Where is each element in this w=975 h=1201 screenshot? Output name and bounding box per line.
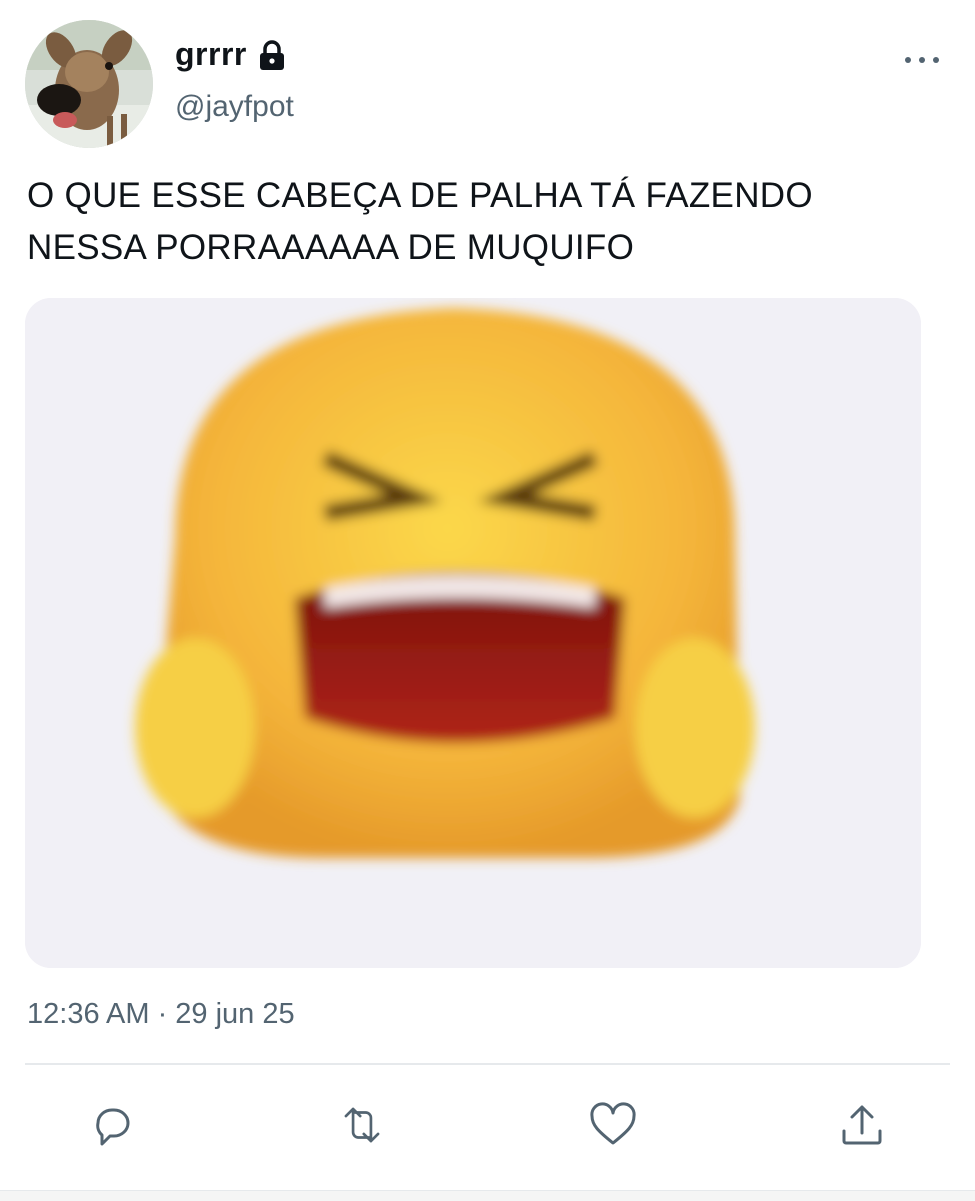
- share-button[interactable]: [837, 1100, 887, 1150]
- tweet-text-line: O QUE ESSE CABEÇA DE PALHA TÁ FAZENDO: [27, 176, 813, 215]
- reply-icon: [96, 1108, 130, 1146]
- deer-avatar-image: [25, 20, 153, 148]
- tweet-text: O QUE ESSE CABEÇA DE PALHA TÁ FAZENDO NE…: [27, 170, 957, 274]
- more-dot: [933, 57, 939, 63]
- retweet-button[interactable]: [337, 1100, 387, 1150]
- more-options-icon[interactable]: [905, 50, 939, 70]
- retweet-icon: [344, 1107, 380, 1143]
- author-name-row: grrrr: [175, 36, 287, 73]
- like-button[interactable]: [588, 1100, 638, 1150]
- tweet-text-line: NESSA PORRAAAAAA DE MUQUIFO: [27, 228, 635, 267]
- more-dot: [905, 57, 911, 63]
- bottom-separator: [0, 1190, 975, 1201]
- reply-button[interactable]: [87, 1100, 137, 1150]
- like-icon: [590, 1102, 636, 1145]
- share-icon: [842, 1105, 882, 1145]
- more-dot: [919, 57, 925, 63]
- avatar[interactable]: [25, 20, 153, 148]
- lock-icon: [257, 39, 287, 71]
- tweet-media-image[interactable]: [25, 298, 921, 968]
- user-handle[interactable]: @jayfpot: [175, 90, 294, 124]
- laughing-emoji-icon: [25, 298, 921, 968]
- tweet-timestamp[interactable]: 12:36 AM · 29 jun 25: [27, 998, 295, 1031]
- display-name[interactable]: grrrr: [175, 36, 247, 73]
- divider: [25, 1063, 950, 1065]
